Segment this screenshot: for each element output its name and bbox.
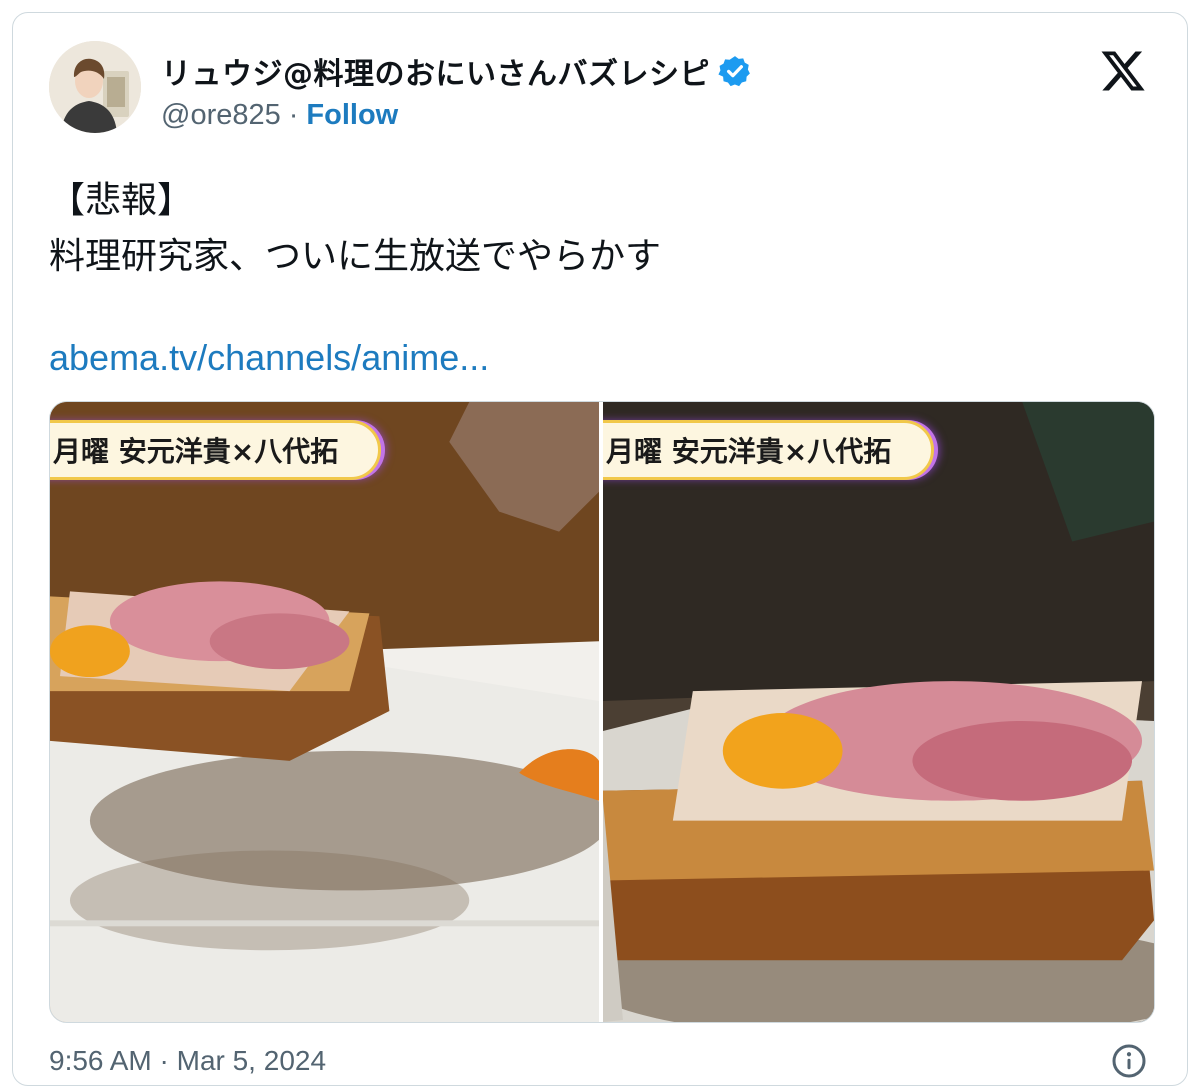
info-icon[interactable] — [1111, 1043, 1147, 1079]
tweet-text: 【悲報】 料理研究家、ついに生放送でやらかす — [49, 173, 661, 285]
tweet-card[interactable]: リュウジ@料理のおにいさんバズレシピ @ore825 · Follow 【悲報】… — [12, 12, 1188, 1086]
author-avatar[interactable] — [49, 41, 141, 133]
tweet-link[interactable]: abema.tv/channels/anime... — [49, 337, 489, 379]
tweet-text-line2: 料理研究家、ついに生放送でやらかす — [49, 236, 662, 277]
video-caption-left: 月曜 安元洋貴×八代拓 — [50, 420, 382, 480]
x-logo-icon[interactable] — [1099, 47, 1147, 95]
tweet-text-line1: 【悲報】 — [49, 180, 194, 221]
tweet-media[interactable]: 月曜 安元洋貴×八代拓 月曜 安元洋貴×八代拓 — [49, 401, 1155, 1023]
verified-badge-icon — [718, 56, 750, 87]
follow-button[interactable]: Follow — [306, 99, 398, 132]
media-frame-left[interactable]: 月曜 安元洋貴×八代拓 — [50, 402, 599, 1022]
handle-separator: · — [288, 99, 299, 131]
tweet-timestamp[interactable]: 9:56 AM · Mar 5, 2024 — [49, 1045, 326, 1077]
author-display-name[interactable]: リュウジ@料理のおにいさんバズレシピ — [161, 49, 710, 93]
toast-image-left — [50, 402, 599, 1022]
author-handle[interactable]: @ore825 — [161, 99, 281, 132]
video-caption-right: 月曜 安元洋貴×八代拓 — [603, 420, 935, 480]
toast-image-right — [603, 402, 1154, 1022]
media-frame-right[interactable]: 月曜 安元洋貴×八代拓 — [603, 402, 1154, 1022]
